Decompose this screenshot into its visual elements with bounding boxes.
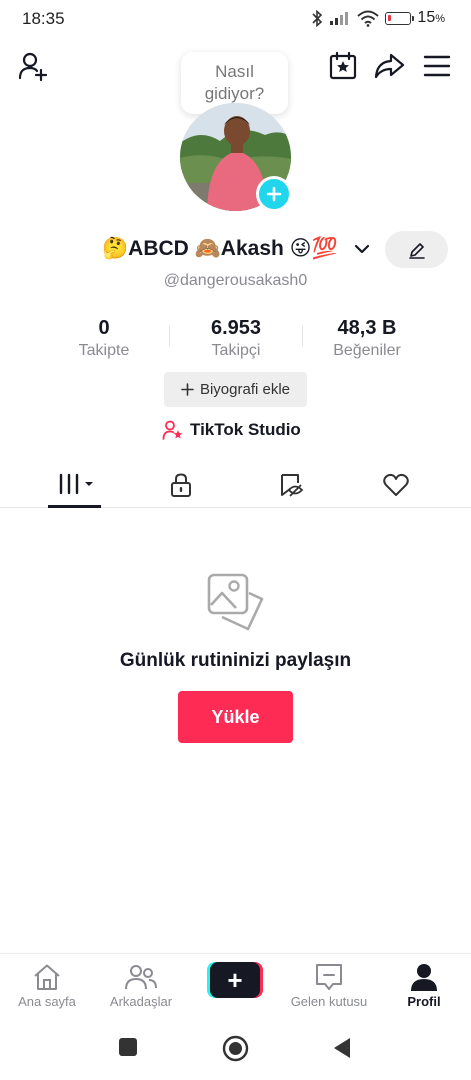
photo-stack-icon xyxy=(207,573,264,631)
stats-row: 0 Takipte 6.953 Takipçi 48,3 B Beğeniler xyxy=(0,316,471,366)
username: @dangerousakash0 xyxy=(163,272,308,289)
display-name[interactable]: 🤔ABCD 🙈Akash 😜💯 xyxy=(102,236,338,261)
status-time: 18:35 xyxy=(22,9,65,28)
recents-square-icon[interactable] xyxy=(118,1037,138,1057)
home-circle-icon[interactable] xyxy=(222,1035,249,1062)
plus-icon xyxy=(266,186,282,202)
inbox-icon xyxy=(316,964,342,990)
stat-following[interactable]: 0 Takipte xyxy=(44,316,164,362)
stat-divider xyxy=(302,326,303,346)
grid-videos-icon xyxy=(56,473,93,494)
heart-icon xyxy=(383,473,409,496)
lock-icon xyxy=(171,472,191,497)
stat-label: Takipçi xyxy=(211,342,261,359)
battery-percent: 15% xyxy=(417,9,445,26)
profile-icon xyxy=(411,964,437,991)
stat-likes[interactable]: 48,3 B Beğeniler xyxy=(307,316,427,362)
studio-person-star-icon xyxy=(162,420,183,440)
calendar-star-icon xyxy=(329,51,357,80)
tab-saved[interactable] xyxy=(232,462,350,507)
add-bio-label: Biyografi ekle xyxy=(199,381,291,398)
tiktok-studio-link[interactable]: TikTok Studio xyxy=(162,419,301,441)
nav-label: Profil xyxy=(407,994,441,1009)
signal-icon xyxy=(330,12,349,25)
battery-fill xyxy=(388,14,392,21)
battery-icon xyxy=(385,11,415,25)
home-icon xyxy=(34,964,60,990)
share-arrow-icon xyxy=(374,53,405,79)
nav-profile[interactable]: Profil xyxy=(377,962,471,1009)
stat-label: Beğeniler xyxy=(333,342,401,359)
status-bar: 18:35 15% xyxy=(0,0,471,38)
stat-followers[interactable]: 6.953 Takipçi xyxy=(176,316,296,362)
plus-icon xyxy=(181,383,194,396)
menu-button[interactable] xyxy=(421,50,453,82)
system-navigation xyxy=(0,1022,471,1080)
bottom-nav: Ana sayfa Arkadaşlar + Gelen kutusu Prof… xyxy=(0,953,471,1021)
bubble-line-1: Nasıl xyxy=(215,62,254,81)
content-tabs xyxy=(0,462,471,508)
studio-label: TikTok Studio xyxy=(190,420,301,439)
nav-label: Ana sayfa xyxy=(18,994,76,1009)
create-plus-icon: + xyxy=(210,962,260,998)
create-button[interactable]: + xyxy=(207,962,263,998)
edit-profile-button[interactable] xyxy=(385,231,448,268)
nav-inbox[interactable]: Gelen kutusu xyxy=(282,962,376,1009)
hamburger-menu-icon xyxy=(423,55,451,77)
tab-videos[interactable] xyxy=(16,462,134,507)
nav-home[interactable]: Ana sayfa xyxy=(0,962,94,1009)
stat-value: 6.953 xyxy=(210,317,262,339)
share-button[interactable] xyxy=(373,50,405,82)
tab-liked[interactable] xyxy=(337,462,455,507)
tab-private[interactable] xyxy=(122,462,240,507)
back-triangle-icon[interactable] xyxy=(332,1037,352,1059)
add-friend-button[interactable] xyxy=(17,50,49,82)
chevron-down-icon[interactable] xyxy=(353,240,371,258)
stat-value: 48,3 B xyxy=(337,317,397,339)
friends-icon xyxy=(125,965,157,990)
pencil-icon xyxy=(408,242,425,259)
bluetooth-icon xyxy=(312,9,323,27)
upload-button[interactable]: Yükle xyxy=(178,691,293,743)
nav-label: Arkadaşlar xyxy=(109,994,173,1009)
stat-label: Takipte xyxy=(78,342,130,359)
wifi-icon xyxy=(357,10,380,27)
status-icons: 15% xyxy=(311,9,445,27)
nav-friends[interactable]: Arkadaşlar xyxy=(94,962,188,1009)
bubble-line-2: gidiyor? xyxy=(204,84,265,103)
empty-state-title: Günlük rutininizi paylaşın xyxy=(119,650,352,671)
person-add-icon xyxy=(18,52,48,82)
stat-value: 0 xyxy=(98,317,110,339)
nav-label: Gelen kutusu xyxy=(290,994,368,1009)
add-avatar-button[interactable] xyxy=(256,176,292,212)
add-bio-button[interactable]: Biyografi ekle xyxy=(164,372,307,407)
active-tab-indicator xyxy=(48,505,101,508)
bookmark-hidden-icon xyxy=(281,473,304,497)
calendar-button[interactable] xyxy=(327,50,359,82)
stat-divider xyxy=(169,326,170,346)
